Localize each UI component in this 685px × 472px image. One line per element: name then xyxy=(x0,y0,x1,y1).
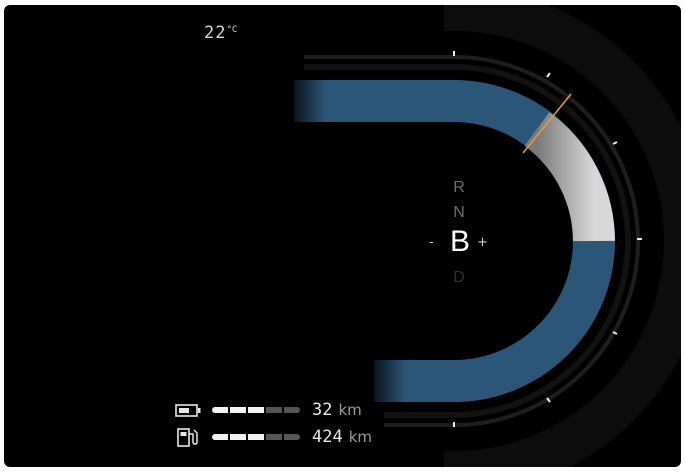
power-band xyxy=(524,112,615,242)
level-segment xyxy=(266,434,282,440)
driver-display: 22°C R N - B + D 32 km 424 km xyxy=(4,5,681,467)
battery-range: 32 km xyxy=(174,399,362,421)
level-segment xyxy=(284,434,300,440)
level-segment xyxy=(230,407,246,413)
level-segment xyxy=(212,407,228,413)
gauge-tick xyxy=(612,141,618,145)
gear-minus: - xyxy=(429,235,434,250)
gear-selected: B xyxy=(449,225,470,258)
battery-range-unit: km xyxy=(338,401,362,419)
gear-plus: + xyxy=(477,235,488,250)
level-segment xyxy=(284,407,300,413)
fuel-range-value: 424 xyxy=(312,427,343,447)
battery-range-value: 32 xyxy=(312,400,333,420)
gear-n: N xyxy=(453,204,465,221)
fuel-range-unit: km xyxy=(348,428,373,446)
level-segment xyxy=(248,407,264,413)
power-meter-gauge xyxy=(284,5,681,467)
level-segment xyxy=(212,434,228,440)
gauge-fade-left xyxy=(284,71,354,131)
gauge-tick xyxy=(546,72,551,78)
battery-icon xyxy=(174,399,204,421)
level-segment xyxy=(266,407,282,413)
battery-level-bar xyxy=(212,407,300,413)
gear-r: R xyxy=(453,179,465,196)
fuel-level-bar xyxy=(212,434,300,440)
level-segment xyxy=(230,434,246,440)
level-segment xyxy=(248,434,264,440)
gauge-fade-bottom xyxy=(364,351,434,411)
gear-d: D xyxy=(453,269,465,286)
fuel-range: 424 km xyxy=(174,426,372,448)
fuel-pump-icon xyxy=(174,426,204,448)
